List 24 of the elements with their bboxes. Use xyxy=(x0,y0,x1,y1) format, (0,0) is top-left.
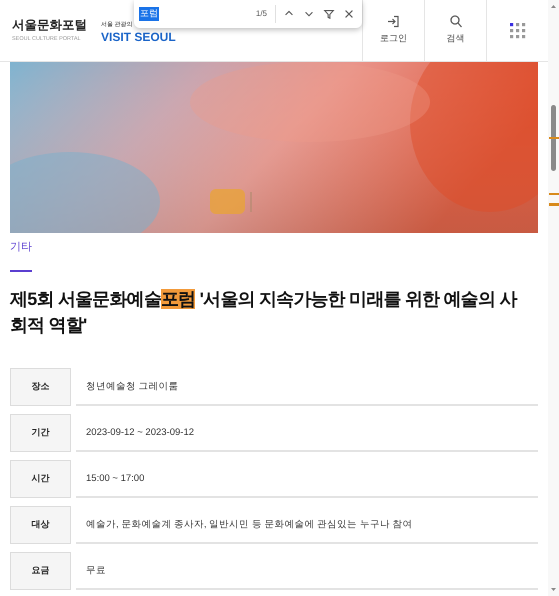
partner-logo[interactable]: VISIT SEOUL xyxy=(101,30,176,44)
filter-button[interactable] xyxy=(322,7,336,21)
detail-label: 시간 xyxy=(10,460,71,498)
detail-label: 대상 xyxy=(10,506,71,544)
detail-label: 기간 xyxy=(10,414,71,452)
category-label: 기타 xyxy=(10,240,32,255)
close-icon xyxy=(343,8,355,20)
find-field[interactable]: 포럼 1/5 xyxy=(134,0,275,28)
scrollbar-drawing[interactable] xyxy=(548,0,559,596)
page-title: 제5회 서울문화예술포럼 '서울의 지속가능한 미래를 위한 예술의 사회적 역할' xyxy=(10,288,518,336)
detail-label: 요금 xyxy=(10,552,71,590)
menu-icon xyxy=(510,22,526,38)
filter-icon xyxy=(323,8,335,20)
detail-value: 예술가, 문화예술계 종사자, 일반시민 등 문화예술에 관심있는 누구나 참여 xyxy=(86,518,412,532)
site-logo[interactable]: 서울문화포털 xyxy=(12,17,87,34)
category-underline xyxy=(10,270,32,272)
detail-label: 장소 xyxy=(10,368,71,406)
search-icon xyxy=(450,15,462,28)
detail-value: 2023-09-12 ~ 2023-09-12 xyxy=(86,426,194,440)
detail-value: 청년예술청 그레이룸 xyxy=(86,380,179,394)
detail-value: 15:00 ~ 17:00 xyxy=(86,472,144,486)
login-icon xyxy=(387,15,400,28)
search-button[interactable]: 검색 xyxy=(424,0,486,61)
detail-value: 무료 xyxy=(86,564,106,578)
